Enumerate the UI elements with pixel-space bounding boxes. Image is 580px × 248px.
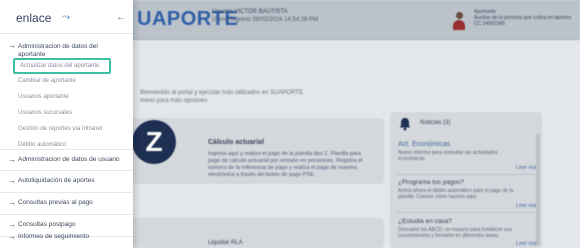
avatar-head xyxy=(456,12,463,19)
menu-item-label: Administracion de datos de usuario xyxy=(18,156,120,163)
news-heading: ¿Programa tus pagos? xyxy=(398,179,465,186)
intro-text-2: menú para más opciones xyxy=(140,98,208,104)
menu-item-label: Consultas previas al pago xyxy=(18,199,93,206)
submenu-item-gestion-reportes[interactable]: Gestión de reportes vía Intranet xyxy=(0,122,133,138)
menu-item-consultas-previas[interactable]: → Consultas previas al pago xyxy=(0,193,133,215)
news-text: conocimientos y formarte en diferentes á… xyxy=(398,233,500,239)
news-text: planilla. Conoce cómo hacerlo aquí. xyxy=(398,194,478,200)
user-id: CC 24002345 xyxy=(474,21,505,27)
card-title-2: Liquidar RLA xyxy=(208,240,243,246)
submenu-item-cambiar-aportante[interactable]: Cambiar de aportante xyxy=(0,74,133,90)
submenu-item-label: Cambiar de aportante xyxy=(18,78,77,84)
submenu-item-label: Débito automático xyxy=(18,142,67,148)
submenu-item-actualizar-datos[interactable]: Actualizar datos del aportante xyxy=(13,58,111,74)
menu-item-label-2: aportante xyxy=(18,51,46,58)
card-text: pago de cálculo actuarial por omisión en… xyxy=(208,158,363,164)
user-name: Usuario VICTOR BAUTISTA xyxy=(212,9,288,15)
avatar-body xyxy=(453,20,465,30)
submenu-item-label: Usuarios aportante xyxy=(18,94,69,100)
side-menu: enlace ⤳ ← → Administracion de datos del… xyxy=(0,0,133,248)
news-text: económicas. xyxy=(398,156,427,162)
menu-item-admin-usuario[interactable]: → Administracion de datos de usuario xyxy=(0,149,133,171)
avatar[interactable] xyxy=(452,10,466,30)
chevron-down-icon[interactable]: ⌵ xyxy=(553,11,560,22)
arrow-right-icon: → xyxy=(8,41,16,50)
logo-mark-icon: ⤳ xyxy=(62,12,70,23)
card-text: electrónica a través del botón de pago P… xyxy=(208,172,316,178)
submenu-item-label: Gestión de reportes vía Intranet xyxy=(18,126,103,132)
planilla-z-icon: Z xyxy=(132,120,176,164)
divider xyxy=(396,174,536,175)
menu-item-admin-aportante[interactable]: → Administracion de datos del aportante xyxy=(0,36,133,58)
menu-item-autoliquidacion[interactable]: → Autoliquidación de aportes xyxy=(0,171,133,193)
menu-item-label: Informes de seguimiento xyxy=(18,233,90,240)
news-scrollbar[interactable] xyxy=(536,134,540,246)
menu-item-label: Autoliquidación de aportes xyxy=(18,177,95,184)
card-title: Cálculo actuarial xyxy=(208,139,265,146)
enlace-logo: enlace xyxy=(16,11,52,25)
news-heading: ¿Estudia en casa? xyxy=(398,218,452,225)
service-card-2[interactable] xyxy=(120,218,384,248)
arrow-right-icon: → xyxy=(8,198,16,207)
arrow-right-icon: → xyxy=(8,176,16,185)
submenu-item-usuarios-aportante[interactable]: Usuarios aportante xyxy=(0,90,133,106)
submenu-item-usuarios-sucursales[interactable]: Usuarios sucursales xyxy=(0,106,133,122)
divider xyxy=(0,33,133,34)
submenu-item-label: Actualizar datos del aportante xyxy=(20,63,100,69)
divider xyxy=(396,212,536,213)
news-heading: Act. Económicas xyxy=(398,141,451,148)
intro-text: Bienvenido al portal y ejecutar más util… xyxy=(140,90,305,96)
news-title: Noticias (3) xyxy=(420,120,451,126)
arrow-right-icon: → xyxy=(8,155,16,164)
collapse-menu-button[interactable]: ← xyxy=(116,12,126,23)
submenu-item-label: Usuarios sucursales xyxy=(18,110,73,116)
bell-icon xyxy=(399,118,411,131)
last-login: Último Ingreso 09/03/2024 14:54:28 PM xyxy=(212,17,319,23)
card-text: número de la referencia de pago y realiz… xyxy=(208,165,357,171)
menu-item-label: Administracion de datos del xyxy=(18,43,98,50)
card-text: Ingresa aquí y realiza el pago de la pla… xyxy=(208,151,361,157)
menu-item-informes[interactable]: → Informes de seguimiento xyxy=(0,226,133,248)
arrow-right-icon: → xyxy=(8,232,16,241)
